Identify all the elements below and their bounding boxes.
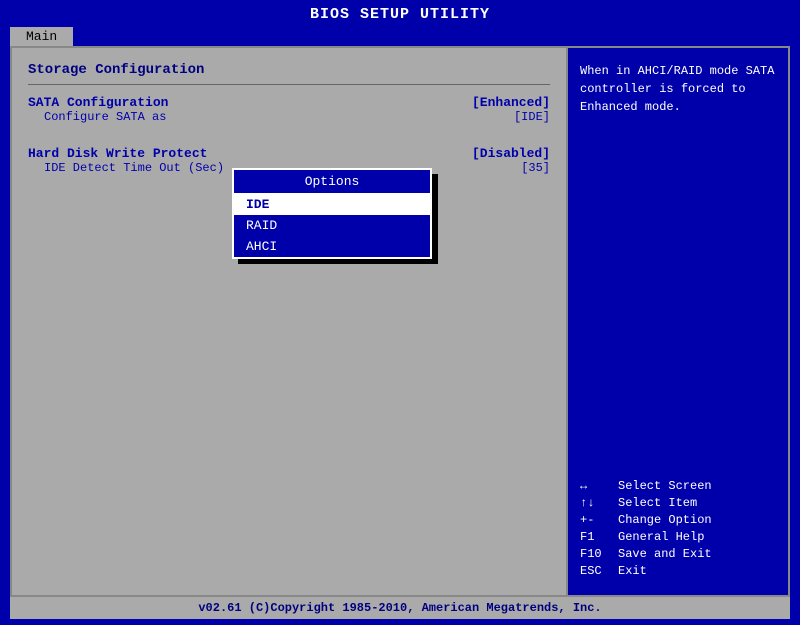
keybind-desc-select-screen: Select Screen xyxy=(618,479,712,493)
footer: v02.61 (C)Copyright 1985-2010, American … xyxy=(10,597,790,619)
keybind-exit: ESC Exit xyxy=(580,564,776,578)
dropdown-item-ahci[interactable]: AHCI xyxy=(234,236,430,257)
keybind-key-esc: ESC xyxy=(580,564,618,578)
configure-sata-sublabel: Configure SATA as xyxy=(28,110,166,124)
help-text: When in AHCI/RAID mode SATA controller i… xyxy=(580,62,776,116)
section-divider xyxy=(28,84,550,85)
sata-config-value: [Enhanced] xyxy=(472,95,550,110)
dropdown-item-ide[interactable]: IDE xyxy=(234,194,430,215)
keybind-general-help: F1 General Help xyxy=(580,530,776,544)
right-panel: When in AHCI/RAID mode SATA controller i… xyxy=(568,48,788,595)
keybind-change-option: +- Change Option xyxy=(580,513,776,527)
bios-screen: BIOS SETUP UTILITY Main Storage Configur… xyxy=(0,0,800,625)
tab-row: Main xyxy=(0,27,800,46)
ide-detect-timeout-value[interactable]: [35] xyxy=(521,161,550,175)
options-dropdown[interactable]: Options IDE RAID AHCI xyxy=(232,168,432,259)
section-title: Storage Configuration xyxy=(28,62,550,78)
bios-title: BIOS SETUP UTILITY xyxy=(0,0,800,27)
keybind-key-arrows: ↔ xyxy=(580,479,618,493)
hdd-write-protect-label: Hard Disk Write Protect xyxy=(28,146,207,161)
keybind-key-f10: F10 xyxy=(580,547,618,561)
keybind-desc-general-help: General Help xyxy=(618,530,704,544)
keybinds-section: ↔ Select Screen ↑↓ Select Item +- Change… xyxy=(580,479,776,581)
keybind-key-f1: F1 xyxy=(580,530,618,544)
dropdown-item-raid[interactable]: RAID xyxy=(234,215,430,236)
hdd-write-protect-value: [Disabled] xyxy=(472,146,550,161)
keybind-select-screen: ↔ Select Screen xyxy=(580,479,776,493)
tab-main[interactable]: Main xyxy=(10,27,73,46)
keybind-desc-exit: Exit xyxy=(618,564,647,578)
keybind-desc-select-item: Select Item xyxy=(618,496,697,510)
keybind-save-exit: F10 Save and Exit xyxy=(580,547,776,561)
main-area: Storage Configuration SATA Configuration… xyxy=(10,46,790,597)
dropdown-title: Options xyxy=(234,170,430,194)
left-panel: Storage Configuration SATA Configuration… xyxy=(12,48,568,595)
keybind-desc-save-exit: Save and Exit xyxy=(618,547,712,561)
keybind-select-item: ↑↓ Select Item xyxy=(580,496,776,510)
keybind-desc-change-option: Change Option xyxy=(618,513,712,527)
keybind-key-plusminus: +- xyxy=(580,513,618,527)
sata-config-label: SATA Configuration xyxy=(28,95,168,110)
configure-sata-subvalue[interactable]: [IDE] xyxy=(514,110,550,124)
ide-detect-timeout-label: IDE Detect Time Out (Sec) xyxy=(28,161,224,175)
keybind-key-updown: ↑↓ xyxy=(580,496,618,510)
